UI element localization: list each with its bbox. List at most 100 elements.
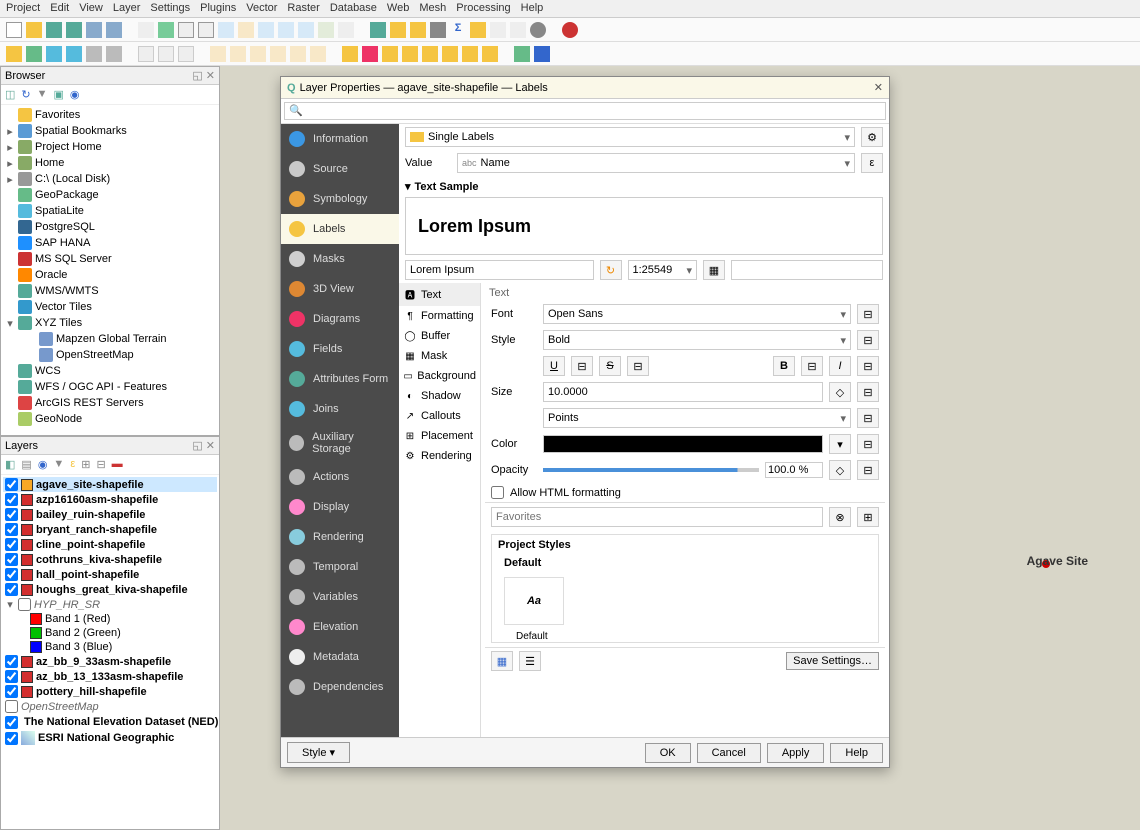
menu-settings[interactable]: Settings <box>150 2 190 15</box>
opacity-value[interactable] <box>765 462 823 478</box>
browser-close-icon[interactable]: ✕ <box>206 70 215 82</box>
data-source-manager-icon[interactable] <box>6 46 22 62</box>
zoom-next-icon[interactable] <box>298 22 314 38</box>
view-grid-btn[interactable]: ▦ <box>491 651 513 671</box>
browser-item[interactable]: GeoNode <box>3 411 217 427</box>
browser-item[interactable]: ▾XYZ Tiles <box>3 315 217 331</box>
scale-dropdown[interactable]: 1:25549▾ <box>628 260 698 280</box>
zoom-layer-icon[interactable] <box>258 22 274 38</box>
sub-tab-placement[interactable]: ⊞Placement <box>399 426 480 446</box>
zoom-out-icon[interactable] <box>198 22 214 38</box>
remove-layer-icon[interactable]: ▬ <box>112 458 123 471</box>
layer-diagram-icon[interactable] <box>362 46 378 62</box>
layer-checkbox[interactable] <box>5 716 18 729</box>
layout-manager-icon[interactable] <box>106 22 122 38</box>
browser-item[interactable]: Mapzen Global Terrain <box>3 331 217 347</box>
label-mode-dropdown[interactable]: Single Labels▾ <box>405 127 855 147</box>
style-button[interactable]: Style ▾ <box>287 742 350 763</box>
sidebar-item-labels[interactable]: Labels <box>281 214 399 244</box>
add-layer-icon[interactable]: ◫ <box>5 88 15 101</box>
unit-override-btn[interactable]: ⊟ <box>857 408 879 428</box>
save-as-icon[interactable] <box>66 22 82 38</box>
layer-item[interactable]: Band 3 (Blue) <box>3 640 217 654</box>
layer-checkbox[interactable] <box>5 493 18 506</box>
expand-all-icon[interactable]: ⊞ <box>81 458 90 471</box>
python-console-icon[interactable] <box>534 46 550 62</box>
annotation-icon[interactable] <box>510 22 526 38</box>
text-sample-header[interactable]: ▾ Text Sample <box>399 176 889 197</box>
underline-btn[interactable]: U <box>543 356 565 376</box>
layer-checkbox[interactable] <box>5 655 18 668</box>
measure-icon[interactable] <box>470 22 486 38</box>
menu-processing[interactable]: Processing <box>456 2 510 15</box>
layer-item[interactable]: ESRI National Geographic <box>3 730 217 746</box>
layer-item[interactable]: bailey_ruin-shapefile <box>3 507 217 522</box>
layer-item[interactable]: pottery_hill-shapefile <box>3 684 217 699</box>
layer-checkbox[interactable] <box>5 478 18 491</box>
sidebar-item-actions[interactable]: Actions <box>281 462 399 492</box>
highlight-pin-icon[interactable] <box>382 46 398 62</box>
layer-checkbox[interactable] <box>5 568 18 581</box>
layer-checkbox[interactable] <box>5 732 18 745</box>
layer-checkbox[interactable] <box>5 670 18 683</box>
select-features-icon[interactable] <box>210 46 226 62</box>
layer-item[interactable]: az_bb_9_33asm-shapefile <box>3 654 217 669</box>
browser-item[interactable]: ▸Spatial Bookmarks <box>3 123 217 139</box>
cancel-button[interactable]: Cancel <box>697 743 761 763</box>
properties-icon[interactable]: ◉ <box>70 88 80 101</box>
move-label-icon[interactable] <box>442 46 458 62</box>
temporal-icon[interactable] <box>530 22 546 38</box>
view-list-btn[interactable]: ☰ <box>519 651 541 671</box>
new-shapefile-icon[interactable] <box>46 46 62 62</box>
zoom-selection-icon[interactable] <box>238 22 254 38</box>
hide-label-icon[interactable] <box>422 46 438 62</box>
layer-item[interactable]: Band 2 (Green) <box>3 626 217 640</box>
pin-label-icon[interactable] <box>402 46 418 62</box>
color-override-btn[interactable]: ⊟ <box>857 434 879 454</box>
sub-tab-formatting[interactable]: ¶Formatting <box>399 306 480 326</box>
browser-item[interactable]: ▸Home <box>3 155 217 171</box>
layers-restore-icon[interactable]: ◱ <box>192 440 202 452</box>
rule-based-btn[interactable]: ⚙ <box>861 127 883 147</box>
layer-checkbox[interactable] <box>5 508 18 521</box>
menu-database[interactable]: Database <box>330 2 377 15</box>
open-table-icon[interactable] <box>390 22 406 38</box>
layer-item[interactable]: azp16160asm-shapefile <box>3 492 217 507</box>
menu-view[interactable]: View <box>79 2 103 15</box>
zoom-last-icon[interactable] <box>278 22 294 38</box>
layer-checkbox[interactable] <box>5 553 18 566</box>
browser-item[interactable]: MS SQL Server <box>3 251 217 267</box>
browser-item[interactable]: GeoPackage <box>3 187 217 203</box>
menu-edit[interactable]: Edit <box>50 2 69 15</box>
invert-selection-icon[interactable] <box>310 46 326 62</box>
menu-plugins[interactable]: Plugins <box>200 2 236 15</box>
sidebar-item-3d-view[interactable]: 3D View <box>281 274 399 304</box>
menu-help[interactable]: Help <box>521 2 544 15</box>
favorite-style-item[interactable]: Aa <box>504 577 564 625</box>
italic-btn[interactable]: I <box>829 356 851 376</box>
layer-item[interactable]: cline_point-shapefile <box>3 537 217 552</box>
browser-item[interactable]: OpenStreetMap <box>3 347 217 363</box>
browser-item[interactable]: Oracle <box>3 267 217 283</box>
bold-override-btn[interactable]: ⊟ <box>801 356 823 376</box>
color-arrow[interactable]: ▾ <box>829 434 851 454</box>
layer-item[interactable]: houghs_great_kiva-shapefile <box>3 582 217 597</box>
layer-item[interactable]: Band 1 (Red) <box>3 612 217 626</box>
toggle-edit-icon[interactable] <box>138 46 154 62</box>
layer-checkbox[interactable] <box>18 598 31 611</box>
select-expression-icon[interactable] <box>250 46 266 62</box>
sidebar-item-temporal[interactable]: Temporal <box>281 552 399 582</box>
layer-checkbox[interactable] <box>5 523 18 536</box>
size-unit-dropdown[interactable]: Points▾ <box>543 408 851 428</box>
identify-icon[interactable] <box>370 22 386 38</box>
strike-btn[interactable]: S <box>599 356 621 376</box>
favorites-tags[interactable]: ⊞ <box>857 507 879 527</box>
menu-project[interactable]: Project <box>6 2 40 15</box>
browser-item[interactable]: Vector Tiles <box>3 299 217 315</box>
color-picker[interactable] <box>543 435 823 453</box>
value-field-dropdown[interactable]: abc Name▾ <box>457 153 855 173</box>
opacity-override-btn[interactable]: ⊟ <box>857 460 879 480</box>
style-manager-icon[interactable]: ◧ <box>5 458 15 471</box>
refresh-icon[interactable] <box>338 22 354 38</box>
dialog-search-input[interactable] <box>284 102 886 120</box>
